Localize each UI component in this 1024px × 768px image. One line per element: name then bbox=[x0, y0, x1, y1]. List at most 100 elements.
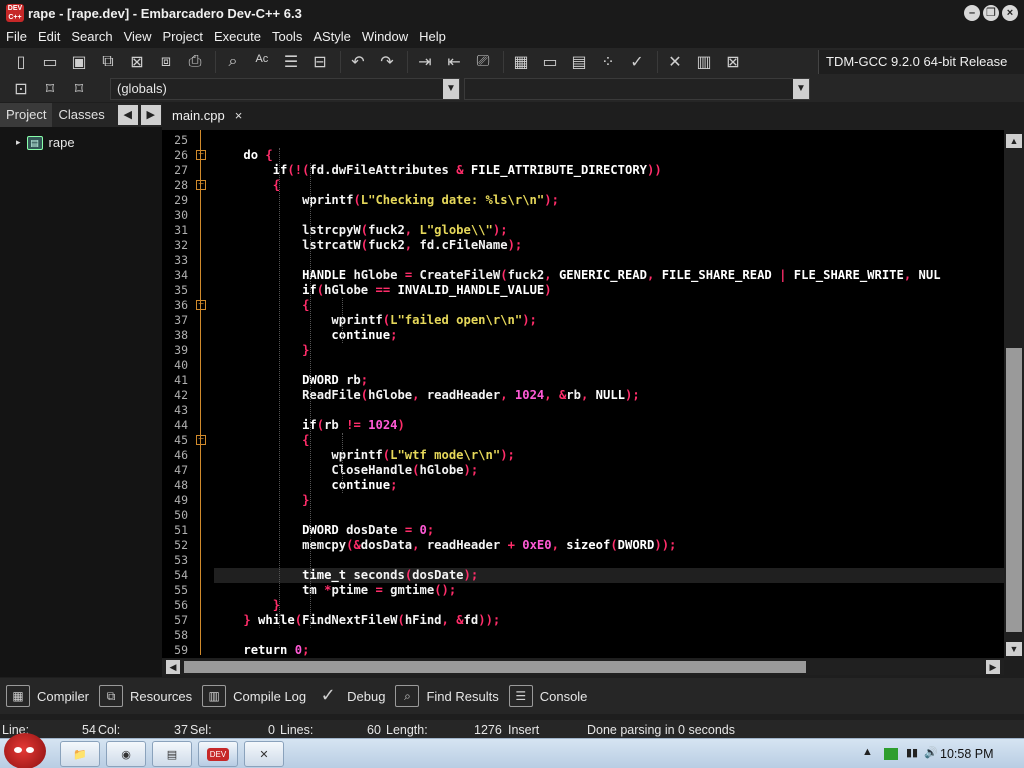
syntax-check-icon[interactable]: ✓ bbox=[624, 50, 650, 74]
code-line[interactable]: return 0; bbox=[214, 643, 309, 658]
vertical-scroll-thumb[interactable] bbox=[1006, 348, 1022, 632]
notepad-taskbar-icon[interactable]: ▤ bbox=[152, 741, 192, 767]
menu-project[interactable]: Project bbox=[157, 26, 208, 48]
delete-profile-icon[interactable]: ⊠ bbox=[720, 50, 746, 74]
bookmark-list-icon[interactable]: ⌑ bbox=[66, 77, 92, 101]
save-all-icon[interactable]: ⧉ bbox=[95, 50, 121, 74]
scroll-down-icon[interactable]: ▼ bbox=[1006, 642, 1022, 656]
run-icon[interactable]: ▭ bbox=[537, 50, 563, 74]
code-line[interactable]: time_t seconds(dosDate); bbox=[214, 568, 1004, 583]
compile-icon[interactable]: ▦ bbox=[508, 50, 534, 74]
code-line[interactable]: } bbox=[214, 343, 309, 358]
tab-scroll-left-icon[interactable]: ◀ bbox=[117, 105, 138, 125]
tab-debug[interactable]: ✓ Debug bbox=[316, 678, 393, 714]
horizontal-scrollbar[interactable]: ◀ ▶ bbox=[162, 659, 1004, 675]
code-line[interactable]: } bbox=[214, 493, 309, 508]
remove-from-project-icon[interactable]: ⇤ bbox=[441, 50, 467, 74]
maximize-button[interactable]: ❐ bbox=[983, 5, 999, 21]
horizontal-scroll-thumb[interactable] bbox=[184, 661, 806, 673]
close-window-button[interactable]: × bbox=[1002, 5, 1018, 21]
goto-declaration-icon[interactable]: ⊡ bbox=[8, 77, 34, 101]
chrome-taskbar-icon[interactable]: ◉ bbox=[106, 741, 146, 767]
scroll-up-icon[interactable]: ▲ bbox=[1006, 134, 1022, 148]
minimize-button[interactable]: – bbox=[964, 5, 980, 21]
bookmark-icon[interactable]: ⌑ bbox=[37, 77, 63, 101]
code-line[interactable]: wprintf(L"Checking date: %ls\r\n"); bbox=[214, 193, 559, 208]
explorer-taskbar-icon[interactable]: 📁 bbox=[60, 741, 100, 767]
tab-compile-log[interactable]: ▥ Compile Log bbox=[202, 678, 314, 714]
vertical-scrollbar[interactable]: ▲ ▼ bbox=[1004, 130, 1024, 660]
project-tree-root[interactable]: ▸ ▤ rape bbox=[16, 135, 75, 150]
close-tab-icon[interactable]: × bbox=[235, 103, 243, 129]
code-line[interactable]: DWORD dosDate = 0; bbox=[214, 523, 434, 538]
menu-tools[interactable]: Tools bbox=[266, 26, 307, 48]
app-taskbar-icon[interactable]: ✕ bbox=[244, 741, 284, 767]
chevron-down-icon[interactable]: ▼ bbox=[443, 79, 459, 99]
profile-icon[interactable]: ▥ bbox=[691, 50, 717, 74]
code-line[interactable]: } bbox=[214, 598, 280, 613]
tab-console[interactable]: ☰ Console bbox=[508, 678, 596, 714]
indent-icon[interactable]: ⊟ bbox=[307, 50, 333, 74]
code-line[interactable]: HANDLE hGlobe = CreateFileW(fuck2, GENER… bbox=[214, 268, 940, 283]
find-icon[interactable]: ⌕ bbox=[220, 50, 246, 74]
stop-execution-icon[interactable]: ✕ bbox=[662, 50, 688, 74]
code-line[interactable]: { bbox=[214, 178, 280, 193]
fold-toggle-icon[interactable]: − bbox=[196, 150, 206, 160]
menu-help[interactable]: Help bbox=[413, 26, 451, 48]
code-line[interactable]: continue; bbox=[214, 478, 397, 493]
menu-window[interactable]: Window bbox=[356, 26, 413, 48]
compiler-set-select[interactable]: TDM-GCC 9.2.0 64-bit Release bbox=[818, 50, 1024, 74]
code-line[interactable]: CloseHandle(hGlobe); bbox=[214, 463, 478, 478]
close-all-icon[interactable]: ⧈ bbox=[153, 50, 179, 74]
expand-icon[interactable]: ▸ bbox=[16, 137, 21, 148]
menu-edit[interactable]: Edit bbox=[32, 26, 65, 48]
rebuild-icon[interactable]: ⁘ bbox=[595, 50, 621, 74]
fold-toggle-icon[interactable]: − bbox=[196, 180, 206, 190]
scroll-left-icon[interactable]: ◀ bbox=[166, 660, 180, 674]
code-line[interactable]: lstrcatW(fuck2, fd.cFileName); bbox=[214, 238, 522, 253]
menu-view[interactable]: View bbox=[118, 26, 157, 48]
redo-icon[interactable]: ↷ bbox=[374, 50, 400, 74]
tab-find-results[interactable]: ⌕ Find Results bbox=[395, 678, 506, 714]
code-line[interactable]: { bbox=[214, 433, 309, 448]
taskbar-clock[interactable]: 10:58 PM bbox=[940, 747, 994, 761]
network-icon[interactable]: ▮▮ bbox=[906, 746, 918, 759]
replace-icon[interactable]: ᴬᶜ bbox=[249, 50, 275, 74]
menu-astyle[interactable]: AStyle bbox=[307, 26, 356, 48]
undo-icon[interactable]: ↶ bbox=[345, 50, 371, 74]
project-options-icon[interactable]: ⎚ bbox=[470, 50, 496, 74]
scope-combobox[interactable]: (globals) ▼ bbox=[110, 78, 460, 100]
code-area[interactable]: do { if(!(fd.dwFileAttributes & FILE_ATT… bbox=[214, 130, 1004, 658]
show-hidden-icons-icon[interactable]: ▲ bbox=[862, 746, 873, 758]
code-line[interactable]: continue; bbox=[214, 328, 397, 343]
code-line[interactable]: { bbox=[214, 298, 309, 313]
code-line[interactable]: tm *ptime = gmtime(); bbox=[214, 583, 456, 598]
code-line[interactable]: ReadFile(hGlobe, readHeader, 1024, &rb, … bbox=[214, 388, 640, 403]
function-combobox[interactable]: ▼ bbox=[464, 78, 810, 100]
compile-run-icon[interactable]: ▤ bbox=[566, 50, 592, 74]
fold-toggle-icon[interactable]: − bbox=[196, 300, 206, 310]
menu-execute[interactable]: Execute bbox=[208, 26, 266, 48]
tab-project[interactable]: Project bbox=[0, 103, 53, 127]
code-line[interactable]: } while(FindNextFileW(hFind, &fd)); bbox=[214, 613, 500, 628]
tab-resources[interactable]: ⧉ Resources bbox=[99, 678, 200, 714]
code-line[interactable]: memcpy(&dosData, readHeader + 0xE0, size… bbox=[214, 538, 676, 553]
code-editor[interactable]: 25 26 27 28 29 30 31 32 33 34 35 36 37 38 39 40 41 42 43 44… bbox=[162, 130, 1004, 658]
battery-icon[interactable] bbox=[884, 748, 898, 760]
menu-search[interactable]: Search bbox=[65, 26, 117, 48]
tab-scroll-right-icon[interactable]: ▶ bbox=[140, 105, 161, 125]
tab-compiler[interactable]: ▦ Compiler bbox=[6, 678, 97, 714]
code-line[interactable]: if(hGlobe == INVALID_HANDLE_VALUE) bbox=[214, 283, 552, 298]
open-folder-icon[interactable]: ▭ bbox=[37, 50, 63, 74]
devcpp-taskbar-icon[interactable]: DEV bbox=[198, 741, 238, 767]
fold-toggle-icon[interactable]: − bbox=[196, 435, 206, 445]
save-icon[interactable]: ▣ bbox=[66, 50, 92, 74]
volume-icon[interactable]: 🔊 bbox=[924, 746, 938, 759]
scroll-right-icon[interactable]: ▶ bbox=[986, 660, 1000, 674]
code-line[interactable]: wprintf(L"failed open\r\n"); bbox=[214, 313, 536, 328]
code-line[interactable]: wprintf(L"wtf mode\r\n"); bbox=[214, 448, 514, 463]
start-button-icon[interactable] bbox=[4, 733, 46, 768]
close-file-icon[interactable]: ⊠ bbox=[124, 50, 150, 74]
print-icon[interactable]: ⎙ bbox=[182, 50, 208, 74]
menu-file[interactable]: File bbox=[0, 26, 32, 48]
